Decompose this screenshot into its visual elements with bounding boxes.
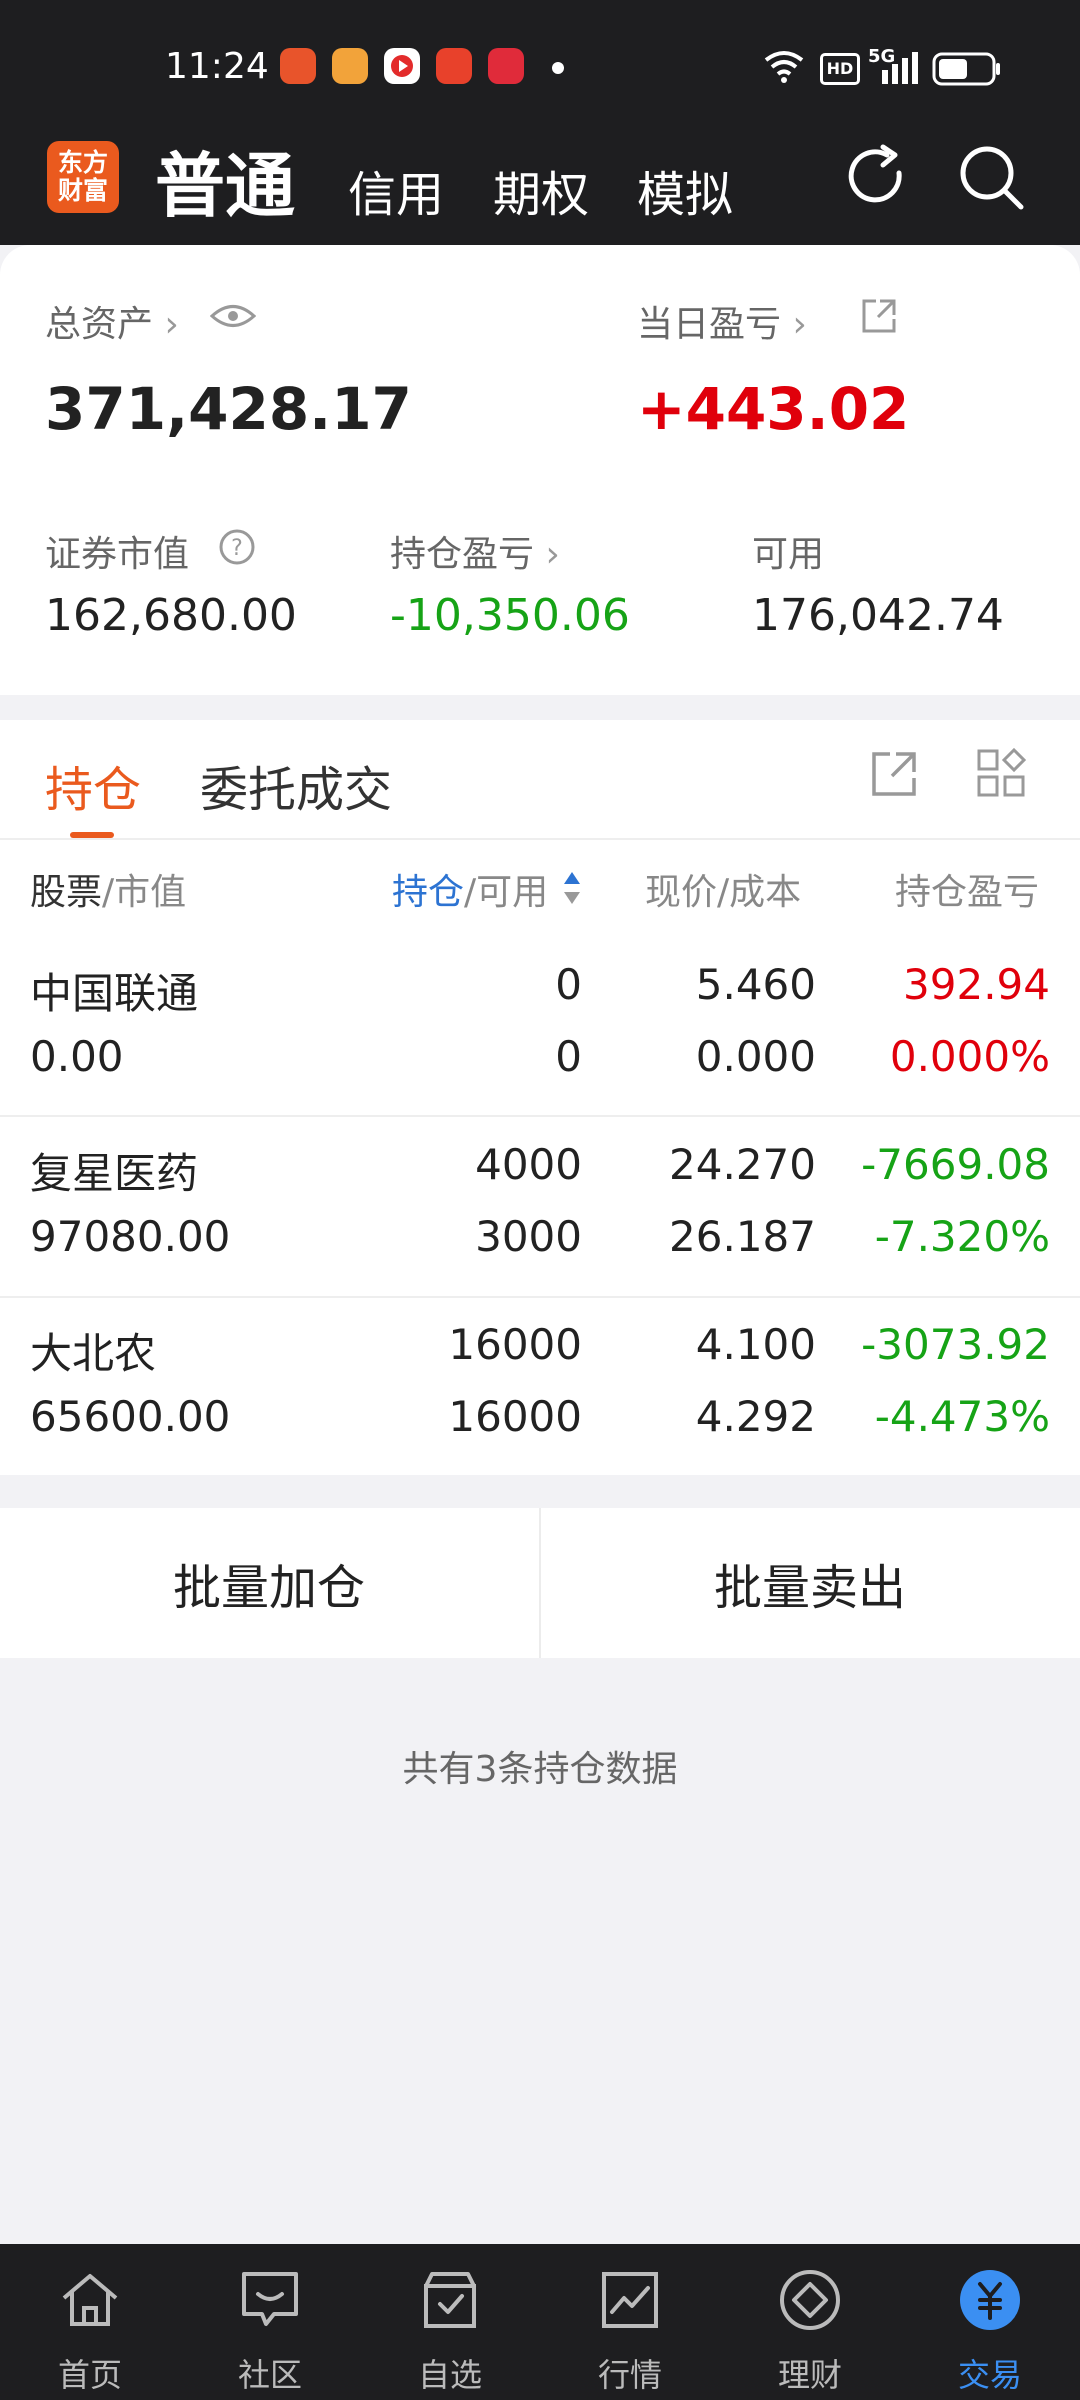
current-price: 24.270 (669, 1140, 816, 1189)
home-icon (62, 2274, 118, 2326)
stock-name: 中国联通 (30, 969, 199, 1018)
position-pl-value: -10,350.06 (390, 590, 630, 641)
chat-icon (242, 2272, 298, 2326)
hold-qty: 4000 (475, 1140, 582, 1189)
signal-icon (882, 52, 918, 84)
hd-badge: HD (820, 53, 860, 85)
tab-positions[interactable]: 持仓 (45, 750, 141, 820)
notification-app-icon (332, 48, 368, 84)
batch-sell-button[interactable]: 批量卖出 (541, 1508, 1079, 1658)
trade-yen-icon (960, 2270, 1020, 2330)
current-price: 4.100 (695, 1320, 816, 1369)
col-header-stock: 股票/市值 (30, 872, 187, 913)
app-header: 11:24 HD 5G 东方 财富 普通 信用 期权 模拟 (0, 0, 1080, 245)
tab-orders[interactable]: 委托成交 (200, 750, 392, 820)
eastmoney-logo[interactable]: 东方 财富 (47, 141, 119, 213)
cost-price: 0.000 (695, 1032, 816, 1081)
tab-normal[interactable]: 普通 (155, 130, 295, 231)
stock-name: 大北农 (30, 1329, 157, 1378)
positions-section: 持仓 委托成交 股票/市值 持仓/可用 现价/成本 持仓盈亏 中国联通 0.00… (0, 720, 1080, 1475)
grid-layout-icon[interactable] (976, 748, 1028, 800)
tab-credit[interactable]: 信用 (348, 155, 444, 225)
diamond-icon (780, 2270, 840, 2330)
wifi-icon (764, 51, 804, 83)
position-pl-label[interactable]: 持仓盈亏 › (390, 525, 560, 577)
available-qty: 3000 (475, 1212, 582, 1261)
positions-count-note: 共有3条持仓数据 (402, 1749, 678, 1790)
available-qty: 0 (555, 1032, 582, 1081)
current-price: 5.460 (695, 960, 816, 1009)
position-pl-pct: 0.000% (889, 1032, 1050, 1081)
nav-community[interactable]: 社区 (180, 2244, 360, 2400)
market-value: 65600.00 (30, 1392, 231, 1441)
refresh-icon[interactable] (843, 143, 909, 209)
position-pl: -7669.08 (861, 1140, 1050, 1189)
eye-icon[interactable] (210, 301, 256, 331)
notification-app-icon (280, 48, 316, 84)
table-row[interactable]: 复星医药 97080.00 4000 3000 24.270 26.187 -7… (0, 1120, 1080, 1300)
search-icon[interactable] (957, 143, 1027, 213)
position-pl-pct: -7.320% (874, 1212, 1050, 1261)
svg-text:?: ? (231, 536, 243, 561)
total-assets-label[interactable]: 总资产 › (45, 295, 179, 347)
position-pl-pct: -4.473% (874, 1392, 1050, 1441)
notification-app-icon (436, 48, 472, 84)
market-value: 0.00 (30, 1032, 124, 1081)
notification-app-icon (488, 48, 524, 84)
securities-mv-value: 162,680.00 (45, 590, 297, 641)
export-icon[interactable] (868, 748, 920, 800)
nav-home[interactable]: 首页 (0, 2244, 180, 2400)
help-icon[interactable]: ? (218, 528, 256, 566)
status-time: 11:24 (165, 46, 269, 87)
sort-icon[interactable] (562, 870, 582, 906)
table-row[interactable]: 大北农 65600.00 16000 16000 4.100 4.292 -30… (0, 1300, 1080, 1475)
batch-actions: 批量加仓 批量卖出 (0, 1508, 1080, 1658)
market-value: 97080.00 (30, 1212, 231, 1261)
total-assets-value: 371,428.17 (45, 375, 412, 443)
stock-name: 复星医药 (30, 1149, 199, 1198)
nav-watchlist[interactable]: 自选 (360, 2244, 540, 2400)
tab-options[interactable]: 期权 (493, 155, 589, 225)
available-label: 可用 (752, 534, 825, 575)
share-external-icon[interactable] (860, 297, 898, 335)
nav-wealth[interactable]: 理财 (720, 2244, 900, 2400)
position-pl: -3073.92 (861, 1320, 1050, 1369)
nav-trade[interactable]: 交易 (900, 2244, 1080, 2400)
more-notifications-dot (552, 62, 564, 74)
tab-simulation[interactable]: 模拟 (637, 155, 733, 225)
securities-mv-label: 证券市值 (45, 534, 190, 575)
hold-qty: 16000 (448, 1320, 582, 1369)
hold-qty: 0 (555, 960, 582, 1009)
col-header-hold[interactable]: 持仓/可用 (392, 863, 548, 915)
batch-add-button[interactable]: 批量加仓 (0, 1508, 538, 1658)
cost-price: 26.187 (669, 1212, 816, 1261)
position-pl: 392.94 (903, 960, 1050, 1009)
asset-summary-card: 总资产 › 371,428.17 当日盈亏 › +443.02 证券市值 ? 1… (0, 245, 1080, 695)
available-qty: 16000 (448, 1392, 582, 1441)
available-value: 176,042.74 (752, 590, 1004, 641)
table-row[interactable]: 中国联通 0.00 0 0 5.460 0.000 392.94 0.000% (0, 940, 1080, 1120)
bottom-nav: 首页 社区 自选 行情 理财 交易 (0, 2244, 1080, 2400)
col-header-price: 现价/成本 (645, 872, 802, 913)
col-header-pl: 持仓盈亏 (895, 872, 1040, 913)
chart-icon (602, 2272, 658, 2328)
nav-market[interactable]: 行情 (540, 2244, 720, 2400)
watchlist-icon (424, 2272, 476, 2328)
daily-pl-value: +443.02 (637, 375, 910, 443)
notification-app-icon (384, 48, 420, 84)
daily-pl-label[interactable]: 当日盈亏 › (637, 295, 807, 347)
cost-price: 4.292 (695, 1392, 816, 1441)
battery-icon (932, 52, 1000, 86)
